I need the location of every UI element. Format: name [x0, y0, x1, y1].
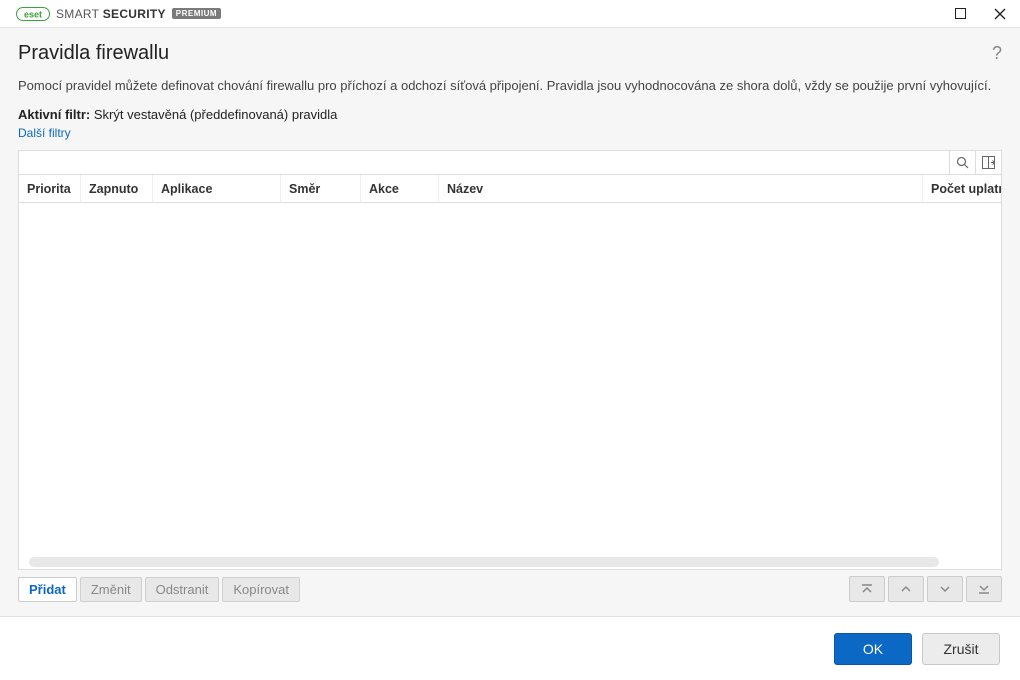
description: Pomocí pravidel můžete definovat chování…	[18, 77, 1002, 95]
window-controls	[948, 2, 1012, 26]
rules-table: Priorita Zapnuto Aplikace Směr Akce Náze…	[18, 150, 1002, 570]
horizontal-scrollbar[interactable]	[29, 557, 939, 567]
content-area: Pravidla firewallu ? Pomocí pravidel můž…	[0, 28, 1020, 616]
ok-button[interactable]: OK	[834, 633, 912, 665]
rule-actions: Přidat Změnit Odstranit Kopírovat	[18, 577, 300, 602]
search-input[interactable]	[19, 151, 949, 174]
active-filter-row: Aktivní filtr: Skrýt vestavěná (předdefi…	[18, 107, 1002, 122]
premium-badge: PREMIUM	[172, 8, 221, 19]
title-bar: eset SMART SECURITY PREMIUM	[0, 0, 1020, 28]
cancel-button[interactable]: Zrušit	[922, 633, 1000, 665]
brand-bold: SECURITY	[103, 7, 166, 21]
header-row: Pravidla firewallu ?	[18, 42, 1002, 65]
table-header: Priorita Zapnuto Aplikace Směr Akce Náze…	[19, 175, 1001, 203]
maximize-button[interactable]	[948, 2, 972, 26]
active-filter-value: Skrýt vestavěná (předdefinovaná) pravidl…	[94, 107, 338, 122]
column-akce[interactable]: Akce	[361, 175, 439, 202]
move-bottom-button[interactable]	[966, 576, 1002, 602]
search-icon[interactable]	[949, 151, 975, 174]
add-button[interactable]: Přidat	[18, 577, 77, 602]
brand-light: SMART	[56, 7, 99, 21]
move-down-button[interactable]	[927, 576, 963, 602]
help-icon[interactable]: ?	[992, 43, 1002, 64]
copy-button[interactable]: Kopírovat	[222, 577, 300, 602]
more-filters-link[interactable]: Další filtry	[18, 126, 1002, 140]
table-body	[19, 203, 1001, 569]
column-nazev[interactable]: Název	[439, 175, 923, 202]
title-brand: eset SMART SECURITY PREMIUM	[16, 7, 221, 21]
page-title: Pravidla firewallu	[18, 42, 169, 65]
close-button[interactable]	[988, 2, 1012, 26]
dialog-footer: OK Zrušit	[0, 616, 1020, 680]
columns-icon[interactable]	[975, 151, 1001, 174]
column-priorita[interactable]: Priorita	[19, 175, 81, 202]
svg-text:eset: eset	[24, 9, 42, 19]
column-aplikace[interactable]: Aplikace	[153, 175, 281, 202]
column-pocet[interactable]: Počet uplatně	[923, 175, 1001, 202]
eset-logo-icon: eset	[16, 7, 50, 21]
actions-row: Přidat Změnit Odstranit Kopírovat	[18, 576, 1002, 602]
order-actions	[849, 576, 1002, 602]
title-text: SMART SECURITY	[56, 7, 166, 21]
edit-button[interactable]: Změnit	[80, 577, 142, 602]
search-row	[19, 151, 1001, 175]
column-smer[interactable]: Směr	[281, 175, 361, 202]
move-top-button[interactable]	[849, 576, 885, 602]
remove-button[interactable]: Odstranit	[145, 577, 220, 602]
active-filter-label: Aktivní filtr:	[18, 107, 90, 122]
move-up-button[interactable]	[888, 576, 924, 602]
column-zapnuto[interactable]: Zapnuto	[81, 175, 153, 202]
